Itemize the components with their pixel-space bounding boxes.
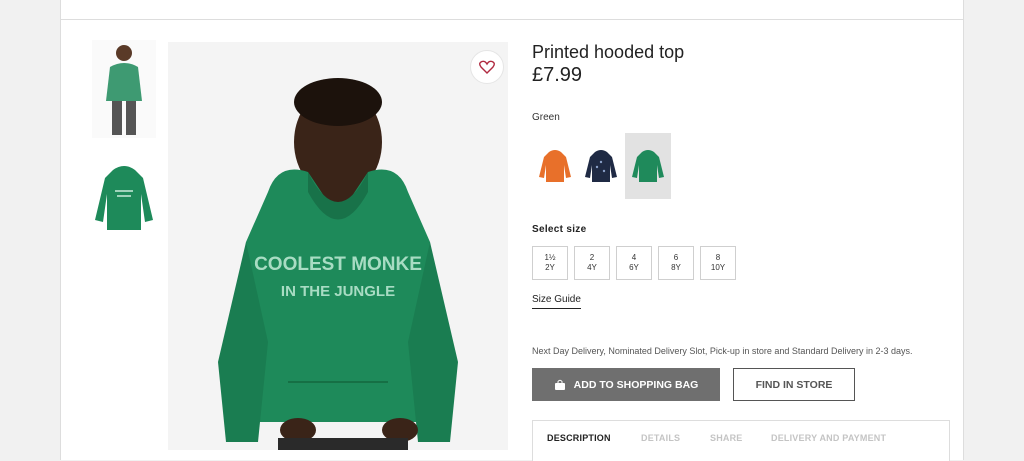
hoodie-green-icon (632, 150, 664, 182)
size-option-line2: 4Y (587, 263, 597, 272)
size-option-line2: 2Y (545, 263, 555, 272)
size-option-line1: 6 (673, 253, 679, 262)
bag-icon (554, 379, 565, 390)
thumbnail-model[interactable] (92, 40, 156, 138)
size-option-line1: 4 (631, 253, 637, 262)
color-swatch-navy[interactable] (578, 133, 624, 199)
color-swatch-green[interactable] (625, 133, 671, 199)
size-option-line2: 10Y (710, 263, 726, 272)
product-title: Printed hooded top (532, 42, 685, 62)
size-guide-link[interactable]: Size Guide (532, 294, 581, 309)
product-info-tabs: DESCRIPTION DETAILS SHARE DELIVERY AND P… (532, 420, 950, 461)
select-size-label: Select size (532, 224, 587, 235)
size-option-10y[interactable]: 8 10Y (700, 246, 736, 280)
thumbnail-model-image (106, 45, 142, 135)
hoodie-orange-icon (539, 150, 571, 182)
previous-section-card (60, 0, 964, 20)
size-option-8y[interactable]: 6 8Y (658, 246, 694, 280)
color-swatch-orange[interactable] (532, 133, 578, 199)
delivery-info: Next Day Delivery, Nominated Delivery Sl… (532, 346, 913, 356)
hoodie-print-line2: IN THE JUNGLE (281, 283, 395, 300)
favourite-button[interactable] (470, 50, 504, 84)
size-option-line2: 8Y (671, 263, 681, 272)
tab-share[interactable]: SHARE (710, 433, 743, 443)
size-option-4y[interactable]: 2 4Y (574, 246, 610, 280)
size-option-line1: 2 (589, 253, 595, 262)
add-to-bag-label: ADD TO SHOPPING BAG (573, 378, 699, 391)
hoodie-navy-icon (585, 150, 617, 182)
size-option-2y[interactable]: 1½ 2Y (532, 246, 568, 280)
heart-icon (479, 60, 495, 74)
size-option-6y[interactable]: 4 6Y (616, 246, 652, 280)
size-option-line2: 6Y (629, 263, 639, 272)
size-option-line1: 8 (715, 253, 721, 262)
add-to-bag-button[interactable]: ADD TO SHOPPING BAG (532, 368, 720, 401)
model-illustration: COOLEST MONKE IN THE JUNGLE (168, 42, 508, 450)
tab-delivery-payment[interactable]: DELIVERY AND PAYMENT (771, 433, 886, 443)
thumbnail-hoodie[interactable] (92, 150, 156, 248)
thumbnail-hoodie-image (95, 166, 153, 230)
product-main-image: COOLEST MONKE IN THE JUNGLE (168, 42, 508, 450)
product-price: £7.99 (532, 64, 583, 86)
hoodie-print-line1: COOLEST MONKE (254, 254, 422, 275)
tab-description[interactable]: DESCRIPTION (547, 433, 611, 443)
find-in-store-button[interactable]: FIND IN STORE (733, 368, 855, 401)
size-option-line1: 1½ (544, 253, 556, 262)
tab-details[interactable]: DETAILS (641, 433, 680, 443)
selected-color-label: Green (532, 112, 560, 123)
